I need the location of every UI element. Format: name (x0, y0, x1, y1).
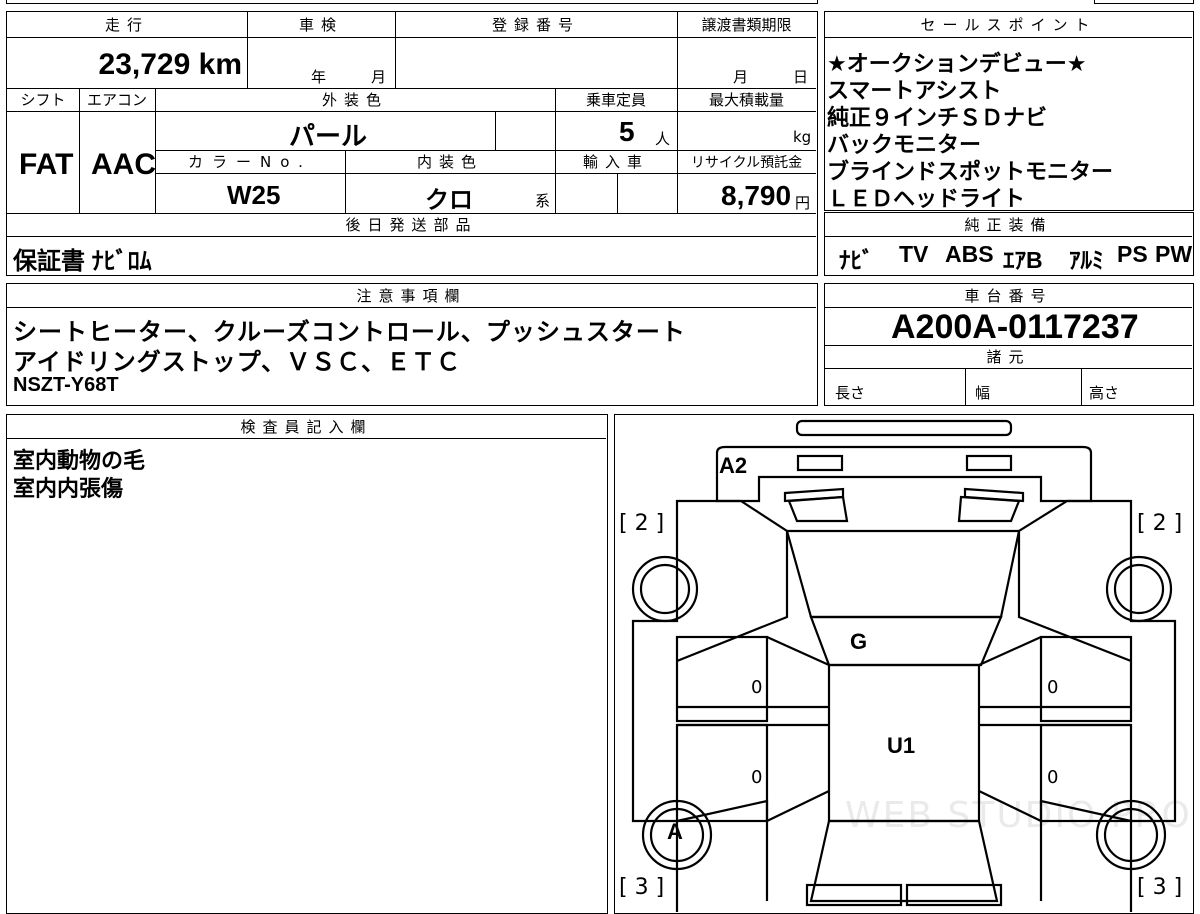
front-left-wheel (631, 555, 699, 623)
oem-item-alloy: ｱﾙﾐ (1069, 247, 1104, 273)
zero-left-front: 0 (751, 677, 763, 698)
bracket-front-left: [ 2 ] (619, 511, 665, 536)
recycle-value: 8,790 (721, 180, 792, 211)
notes-header: 注意事項欄 (7, 284, 816, 308)
mark-hood-g: G (850, 629, 868, 654)
front-body (715, 445, 1093, 503)
hood-panel (809, 615, 1003, 667)
chassis-number: A200A-0117237 (891, 308, 1139, 346)
later-parts-header: 後日発送部品 (7, 213, 816, 237)
watermark: WEB STUDIO PRO (845, 795, 1192, 836)
mileage-header: 走行 (7, 12, 247, 38)
exterior-color-value: パール (289, 121, 368, 151)
notes-line-2: アイドリングストップ、ＶＳＣ、ＥＴＣ (13, 349, 462, 376)
mark-wheel-a: A (667, 819, 683, 844)
inspection-year-label: 年 (311, 68, 327, 86)
later-parts-value: 保証書 ﾅﾋﾞﾛﾑ (13, 248, 152, 275)
interior-color-value: クロ (425, 187, 473, 214)
top-strip (6, 0, 818, 4)
interior-color-header: 内装色 (345, 150, 555, 174)
capacity-value: 5 (619, 116, 635, 147)
bracket-rear-right: [ 3 ] (1137, 875, 1183, 900)
aircon-header: エアコン (79, 88, 155, 112)
inspector-box: 検査員記入欄 室内動物の毛 室内内張傷 (6, 414, 608, 914)
shift-header: シフト (7, 88, 79, 112)
zero-right-front: 0 (1047, 677, 1059, 698)
oem-item-abs: ABS (945, 241, 994, 267)
top-strip-right (1094, 0, 1194, 4)
oem-equipment-box: 純正装備 ﾅﾋﾞ TV ABS ｴｱB ｱﾙﾐ PS PW (824, 212, 1194, 276)
height-label: 高さ (1089, 384, 1120, 402)
sales-point-6: ＬＥＤヘッドライト (827, 186, 1026, 211)
front-lamp-right (965, 454, 1013, 472)
oem-item-ps: PS (1117, 241, 1148, 267)
chassis-box: 車台番号 A200A-0117237 諸元 長さ 幅 高さ (824, 283, 1194, 406)
max-load-header: 最大積載量 (677, 88, 816, 112)
oem-item-navi: ﾅﾋﾞ (839, 247, 874, 273)
sales-points-box: セールスポイント ★オークションデビュー★ スマートアシスト 純正９インチＳＤナ… (824, 11, 1194, 211)
exterior-color-header: 外装色 (155, 88, 555, 112)
transfer-day-label: 日 (793, 68, 809, 86)
length-label: 長さ (835, 384, 866, 402)
zero-left-rear: 0 (751, 767, 763, 788)
chassis-header: 車台番号 (825, 284, 1192, 308)
inspection-header: 車検 (247, 12, 395, 38)
shift-value: FAT (19, 148, 74, 181)
capacity-unit: 人 (655, 130, 671, 148)
inspection-month-label: 月 (371, 68, 387, 86)
load-unit: kg (793, 128, 812, 146)
import-header: 輸入車 (555, 150, 677, 174)
aircon-value: AAC (91, 148, 156, 181)
inspector-header: 検査員記入欄 (7, 415, 606, 439)
bracket-rear-left: [ 3 ] (619, 875, 665, 900)
oem-item-pw: PW (1155, 241, 1193, 267)
bracket-front-right: [ 2 ] (1137, 511, 1183, 536)
recycle-unit: 円 (795, 194, 811, 212)
width-label: 幅 (975, 384, 991, 402)
car-diagram-box: A2 G U1 A [ 2 ] [ 2 ] [ 3 ] [ 3 ] 0 0 0 … (614, 414, 1194, 914)
registration-header: 登録番号 (395, 12, 677, 38)
front-bumper (795, 419, 1013, 437)
mark-front-a2: A2 (719, 453, 748, 478)
oem-equipment-header: 純正装備 (825, 213, 1192, 237)
dims-header: 諸元 (825, 345, 1192, 369)
zero-right-rear: 0 (1047, 767, 1059, 788)
interior-suffix: 系 (535, 192, 551, 210)
front-right-wheel (1105, 555, 1173, 623)
capacity-header: 乗車定員 (555, 88, 677, 112)
windshield (785, 529, 1021, 619)
oem-item-airbag: ｴｱB (1003, 247, 1043, 273)
mark-roof-u1: U1 (887, 733, 916, 758)
transfer-month-label: 月 (733, 68, 749, 86)
recycle-header: リサイクル預託金 (677, 150, 816, 174)
notes-box: 注意事項欄 シートヒーター、クルーズコントロール、プッシュスタート アイドリング… (6, 283, 818, 406)
car-diagram (631, 419, 1177, 912)
color-no-value: W25 (227, 180, 281, 210)
color-no-header: カラーNo. (155, 150, 345, 174)
front-lamp-left (796, 454, 844, 472)
mileage-value: 23,729 km (98, 48, 242, 81)
spec-table: 走行 車検 登録番号 譲渡書類期限 23,729 km 年 月 月 日 シフト … (6, 11, 818, 276)
inspector-line-2: 室内内張傷 (13, 476, 124, 501)
oem-item-tv: TV (899, 241, 929, 267)
transfer-deadline-header: 譲渡書類期限 (677, 12, 816, 38)
notes-line-3: NSZT-Y68T (13, 374, 119, 396)
sales-points-header: セールスポイント (825, 12, 1192, 38)
